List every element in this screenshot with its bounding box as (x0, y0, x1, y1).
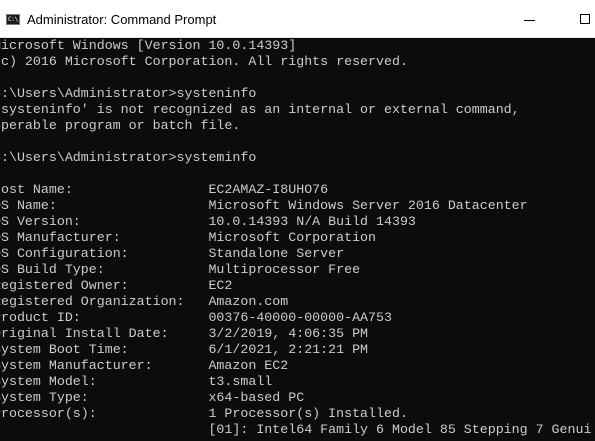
console-line: operable program or batch file. (0, 118, 241, 133)
minimize-button[interactable] (512, 4, 546, 34)
console-line: Original Install Date: 3/2/2019, 4:06:35… (0, 326, 369, 341)
console-line: C:\Users\Administrator>systeminfo (0, 150, 257, 165)
console-line: System Boot Time: 6/1/2021, 2:21:21 PM (0, 342, 369, 357)
console-line: Processor(s): 1 Processor(s) Installed. (0, 406, 408, 421)
console-line: OS Configuration: Standalone Server (0, 246, 345, 261)
console-line: Host Name: EC2AMAZ-I8UHO76 (0, 182, 329, 197)
console-line: Registered Organization: Amazon.com (0, 294, 289, 309)
console-line: Product ID: 00376-40000-00000-AA753 (0, 310, 392, 325)
console-line: C:\Users\Administrator>systeninfo (0, 86, 257, 101)
console-line: Registered Owner: EC2 (0, 278, 233, 293)
console-line: Microsoft Windows [Version 10.0.14393] (0, 38, 297, 53)
window-title: Administrator: Command Prompt (27, 12, 217, 27)
console-line: OS Manufacturer: Microsoft Corporation (0, 230, 377, 245)
console-line: System Manufacturer: Amazon EC2 (0, 358, 289, 373)
console-line: (c) 2016 Microsoft Corporation. All righ… (0, 54, 408, 69)
console-line: 'systeninfo' is not recognized as an int… (0, 102, 520, 117)
console-lines: Microsoft Windows [Version 10.0.14393] (c… (0, 38, 591, 438)
title-bar[interactable]: C:\ Administrator: Command Prompt (0, 0, 595, 38)
console-line: System Model: t3.small (0, 374, 273, 389)
cmd-icon-label: C:\ (8, 16, 18, 23)
minimize-icon (524, 20, 535, 21)
maximize-icon (580, 14, 590, 24)
console-line: OS Build Type: Multiprocessor Free (0, 262, 361, 277)
cmd-icon: C:\ (6, 14, 20, 25)
maximize-button[interactable] (566, 4, 595, 34)
command-prompt-window: C:\ Administrator: Command Prompt Micros… (0, 0, 595, 441)
console-line: System Type: x64-based PC (0, 390, 305, 405)
console-line: OS Name: Microsoft Windows Server 2016 D… (0, 198, 528, 213)
console-output[interactable]: Microsoft Windows [Version 10.0.14393] (c… (0, 38, 595, 441)
console-line: OS Version: 10.0.14393 N/A Build 14393 (0, 214, 416, 229)
console-line: [01]: Intel64 Family 6 Model 85 Stepping… (0, 422, 592, 437)
